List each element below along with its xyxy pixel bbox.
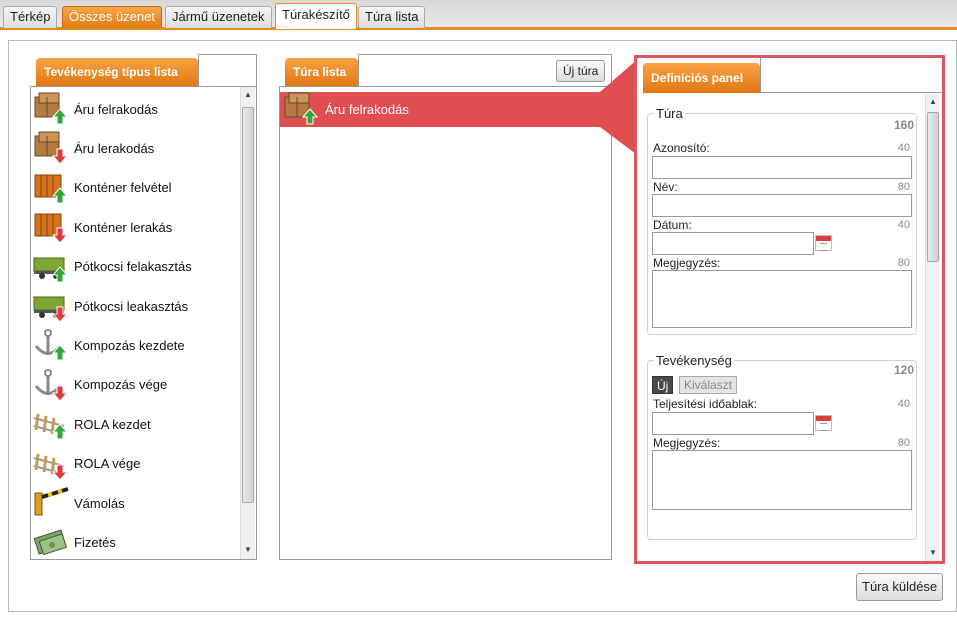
activity-item-label: Kompozás vége bbox=[74, 377, 168, 393]
tab-all-messages[interactable]: Összes üzenet bbox=[62, 6, 162, 28]
date-input[interactable] bbox=[652, 232, 814, 255]
trailer-hitch-icon bbox=[32, 249, 70, 285]
rola-start-icon bbox=[32, 406, 70, 442]
activity-item-label: Konténer felvétel bbox=[74, 180, 172, 196]
activity-item-label: Kompozás kezdete bbox=[74, 337, 185, 353]
box-load-icon bbox=[32, 91, 70, 127]
activity-item-label: Pótkocsi felakasztás bbox=[74, 259, 192, 275]
scroll-thumb[interactable] bbox=[927, 112, 939, 262]
activity-note-textarea[interactable] bbox=[652, 450, 912, 510]
tour-char-count: 160 bbox=[893, 118, 914, 132]
activity-fieldset: Tevékenység 120 Új Kiválaszt Teljesítési… bbox=[647, 353, 917, 540]
activity-list-item[interactable]: Pótkocsi leakasztás bbox=[32, 287, 188, 325]
calendar-icon[interactable] bbox=[815, 415, 832, 431]
id-max: 40 bbox=[897, 142, 910, 154]
scroll-thumb[interactable] bbox=[242, 107, 254, 503]
activity-list-title: Tevékenység típus lista bbox=[36, 58, 198, 86]
name-max: 80 bbox=[897, 181, 910, 193]
activity-list: Áru felrakodás Áru lerakodás Konténer felv… bbox=[30, 88, 240, 558]
tab-tour-builder[interactable]: Túrakészítő bbox=[275, 3, 357, 29]
activity-item-label: Áru felrakodás bbox=[74, 101, 158, 117]
activity-item-label: Áru lerakodás bbox=[74, 140, 155, 156]
payment-icon bbox=[32, 524, 70, 558]
activity-list-item[interactable]: Vámolás bbox=[32, 484, 125, 522]
tab-map[interactable]: Térkép bbox=[3, 6, 58, 28]
panel-tab-frame bbox=[198, 54, 257, 86]
tab-vehicle-messages[interactable]: Jármű üzenetek bbox=[165, 6, 272, 28]
activity-note-max: 80 bbox=[897, 437, 910, 449]
activity-list-item[interactable]: ROLA vége bbox=[32, 445, 141, 483]
scroll-down-arrow[interactable]: ▼ bbox=[244, 545, 252, 554]
tour-list-title: Túra lista bbox=[285, 58, 358, 86]
activity-scrollbar[interactable]: ▲ ▼ bbox=[240, 87, 255, 559]
date-label: Dátum: bbox=[653, 218, 692, 232]
activity-list-item[interactable]: ROLA kezdet bbox=[32, 405, 151, 443]
activity-char-count: 120 bbox=[893, 363, 914, 377]
activity-item-label: Pótkocsi leakasztás bbox=[74, 298, 189, 314]
activity-item-label: Konténer lerakás bbox=[74, 219, 173, 235]
tour-list-panel bbox=[279, 86, 612, 560]
scroll-up-arrow[interactable]: ▲ bbox=[929, 97, 937, 106]
name-input[interactable] bbox=[652, 194, 912, 217]
box-unload-icon bbox=[32, 130, 70, 166]
time-window-label: Teljesítési időablak: bbox=[653, 397, 758, 411]
scroll-down-arrow[interactable]: ▼ bbox=[929, 548, 937, 557]
activity-select-button[interactable]: Kiválaszt bbox=[679, 376, 738, 394]
top-tab-bar: Térkép Összes üzenet Jármű üzenetek Túra… bbox=[0, 0, 957, 30]
new-tour-button[interactable]: Új túra bbox=[556, 60, 606, 82]
definition-panel-title: Definíciós panel bbox=[643, 63, 760, 93]
tour-legend: Túra bbox=[654, 106, 685, 121]
name-label: Név: bbox=[653, 180, 678, 194]
id-label: Azonosító: bbox=[653, 141, 710, 155]
date-max: 40 bbox=[897, 219, 910, 231]
activity-item-label: Fizetés bbox=[74, 534, 116, 550]
activity-list-item[interactable]: Kompozás kezdete bbox=[32, 326, 185, 364]
activity-list-item[interactable]: Konténer felvétel bbox=[32, 169, 172, 207]
tour-item-label: Áru felrakodás bbox=[325, 102, 409, 117]
activity-item-label: ROLA kezdet bbox=[74, 416, 151, 432]
panel-tab-frame bbox=[760, 58, 943, 93]
activity-note-label: Megjegyzés: bbox=[653, 436, 721, 450]
activity-list-item[interactable]: Fizetés bbox=[32, 523, 116, 558]
calendar-icon[interactable] bbox=[815, 235, 832, 251]
activity-new-button[interactable]: Új bbox=[652, 376, 674, 394]
definition-panel: Definíciós panel Túra 160 Azonosító: 40 … bbox=[634, 55, 945, 564]
tour-note-max: 80 bbox=[897, 257, 910, 269]
tour-fieldset: Túra 160 Azonosító: 40 Név: 80 Dátum: 40… bbox=[647, 106, 917, 335]
time-window-max: 40 bbox=[897, 398, 910, 410]
customs-barrier-icon bbox=[32, 485, 70, 521]
rola-end-icon bbox=[32, 446, 70, 482]
container-pickup-icon bbox=[32, 170, 70, 206]
send-tour-button[interactable]: Túra küldése bbox=[856, 573, 944, 601]
activity-list-item[interactable]: Konténer lerakás bbox=[32, 208, 172, 246]
ferry-start-icon bbox=[32, 327, 70, 363]
box-load-icon bbox=[282, 91, 320, 127]
tour-note-textarea[interactable] bbox=[652, 270, 912, 328]
trailer-unhitch-icon bbox=[32, 288, 70, 324]
activity-list-item[interactable]: Pótkocsi felakasztás bbox=[32, 248, 192, 286]
activity-list-item[interactable]: Áru felrakodás bbox=[32, 90, 158, 128]
id-input[interactable] bbox=[652, 156, 912, 179]
activity-legend: Tevékenység bbox=[654, 353, 734, 368]
tour-note-label: Megjegyzés: bbox=[653, 256, 721, 270]
definition-scrollbar[interactable]: ▲ ▼ bbox=[925, 94, 940, 561]
activity-item-label: ROLA vége bbox=[74, 456, 141, 472]
activity-item-label: Vámolás bbox=[74, 495, 125, 511]
tab-tour-list[interactable]: Túra lista bbox=[358, 6, 426, 28]
ferry-end-icon bbox=[32, 367, 70, 403]
container-drop-icon bbox=[32, 209, 70, 245]
activity-list-item[interactable]: Áru lerakodás bbox=[32, 129, 154, 167]
activity-list-item[interactable]: Kompozás vége bbox=[32, 366, 167, 404]
time-window-input[interactable] bbox=[652, 412, 814, 435]
scroll-up-arrow[interactable]: ▲ bbox=[244, 90, 252, 99]
